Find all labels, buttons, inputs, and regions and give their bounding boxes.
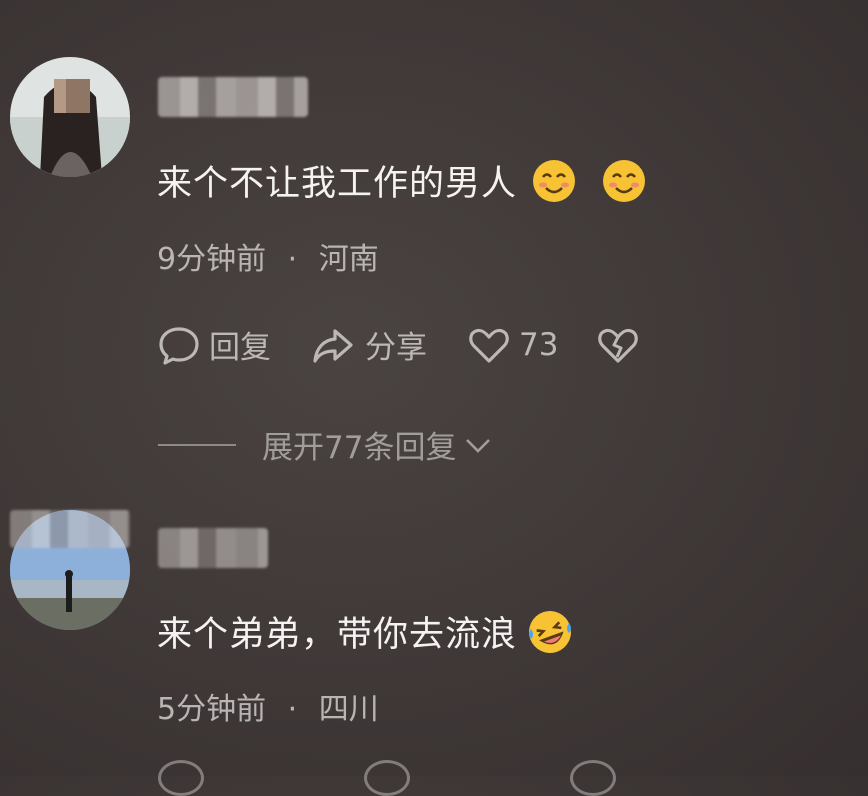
comment-meta: 9分钟前 · 河南: [157, 234, 379, 278]
expand-divider-line: [158, 443, 236, 446]
reply-label: 回复: [209, 330, 271, 366]
comment-actions-cutoff: [158, 760, 616, 796]
like-icon-partial[interactable]: [570, 760, 616, 796]
comment-location: 河南: [318, 242, 379, 277]
share-icon-partial[interactable]: [364, 760, 410, 796]
heart-icon: [469, 328, 509, 363]
rofl-emoji-icon: [527, 609, 573, 655]
share-arrow-icon: [313, 328, 353, 363]
meta-separator: ·: [287, 242, 298, 277]
dislike-button[interactable]: [596, 323, 648, 367]
comment-text: 来个不让我工作的男人: [157, 155, 647, 206]
username-blurred-overlay: [10, 510, 130, 548]
broken-heart-icon: [598, 328, 639, 363]
comment-time: 5分钟前: [157, 692, 267, 727]
chevron-down-icon: [466, 438, 491, 453]
comment-text-content: 来个不让我工作的男人: [157, 164, 518, 204]
comment-text: 来个弟弟，带你去流浪: [157, 606, 573, 657]
comment-location: 四川: [318, 692, 379, 727]
comment-meta: 5分钟前 · 四川: [157, 684, 379, 728]
smiling-blush-emoji-icon: [531, 158, 577, 204]
expand-replies-label: 展开77条回复: [262, 430, 457, 466]
reply-button[interactable]: 回复: [157, 322, 271, 367]
share-label: 分享: [365, 330, 427, 366]
like-button[interactable]: 73: [467, 323, 558, 367]
avatar[interactable]: [10, 57, 130, 177]
like-count: 73: [519, 326, 559, 363]
comment-actions: 回复 分享 73: [157, 322, 648, 367]
comment-time: 9分钟前: [157, 242, 267, 277]
reply-icon-partial[interactable]: [158, 760, 204, 796]
share-button[interactable]: 分享: [309, 322, 427, 367]
speech-bubble-icon: [159, 326, 199, 365]
smiling-blush-emoji-icon: [601, 158, 647, 204]
comment-text-content: 来个弟弟，带你去流浪: [157, 615, 518, 655]
meta-separator: ·: [287, 692, 298, 727]
username-blurred[interactable]: [158, 77, 308, 117]
expand-replies-button[interactable]: 展开77条回复: [158, 422, 494, 467]
username-blurred[interactable]: [158, 528, 268, 568]
